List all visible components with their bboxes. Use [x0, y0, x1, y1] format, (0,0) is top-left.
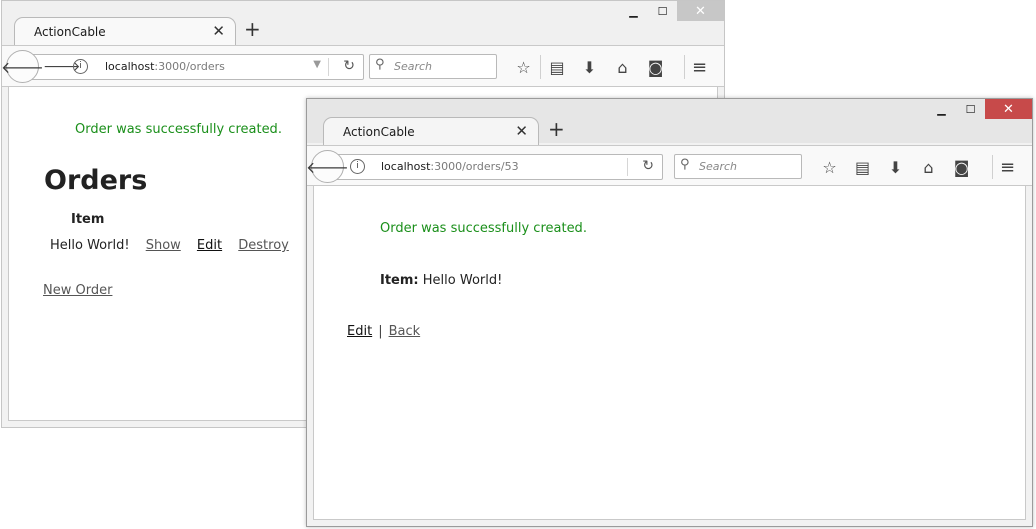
search-icon: ⚲ [680, 157, 690, 172]
divider [627, 158, 628, 176]
clipboard-icon[interactable]: ▤ [846, 155, 879, 179]
window-controls: ▁ ☐ ✕ [619, 1, 724, 21]
star-icon[interactable]: ☆ [507, 55, 540, 79]
url-dropdown-icon[interactable]: ▼ [313, 59, 321, 70]
close-icon[interactable]: ✕ [677, 1, 724, 21]
maximize-icon[interactable]: ☐ [956, 99, 985, 119]
tab-title: ActionCable [34, 25, 106, 39]
reload-icon[interactable]: ↻ [642, 158, 654, 174]
page-content: Order was successfully created. Item: He… [313, 186, 1026, 520]
item-label: Item: [380, 273, 419, 288]
minimize-icon[interactable]: ▁ [927, 99, 956, 119]
url-text[interactable]: localhost:3000/orders [105, 60, 225, 73]
search-placeholder: Search [394, 60, 433, 73]
edit-link[interactable]: Edit [197, 238, 222, 253]
page-title: Orders [44, 165, 148, 196]
item-field: Item: Hello World! [380, 273, 502, 288]
search-placeholder: Search [699, 160, 738, 173]
back-arrow-icon[interactable]: 🡐 [307, 150, 349, 183]
title-bar: ▁ ☐ ✕ ActionCable ✕ + [2, 1, 724, 47]
info-icon[interactable]: i [350, 159, 365, 174]
clipboard-icon[interactable]: ▤ [540, 55, 573, 79]
flash-notice: Order was successfully created. [380, 221, 587, 236]
hamburger-menu-icon[interactable]: ≡ [992, 155, 1022, 179]
pocket-icon[interactable]: ◙ [945, 155, 978, 179]
browser-window-order-show: ▁ ☐ ✕ ActionCable ✕ + 🡐 🡒 i localhost:30… [306, 98, 1033, 527]
navigation-toolbar: 🡐 🡒 i localhost:3000/orders/53 ↻ ⚲ Searc… [307, 145, 1032, 186]
close-icon[interactable]: ✕ [985, 99, 1032, 119]
destroy-link[interactable]: Destroy [238, 238, 289, 253]
home-icon[interactable]: ⌂ [912, 155, 945, 179]
star-icon[interactable]: ☆ [813, 155, 846, 179]
back-arrow-icon[interactable]: 🡐 [2, 50, 44, 83]
pocket-icon[interactable]: ◙ [639, 55, 672, 79]
item-value: Hello World! [422, 273, 503, 288]
column-header-item: Item [71, 212, 105, 227]
tab-actioncable[interactable]: ActionCable ✕ [14, 17, 236, 47]
new-order-link[interactable]: New Order [43, 283, 112, 298]
info-icon[interactable]: i [73, 59, 88, 74]
toolbar-icons: ☆ ▤ ⬇ ⌂ ◙ [813, 155, 978, 179]
minimize-icon[interactable]: ▁ [619, 1, 648, 21]
url-text[interactable]: localhost:3000/orders/53 [381, 160, 519, 173]
cell-item: Hello World! [50, 238, 130, 253]
toolbar-icons: ☆ ▤ ⬇ ⌂ ◙ [507, 55, 672, 79]
navigation-toolbar: 🡐 🡒 i localhost:3000/orders ▼ ↻ ⚲ Search… [2, 45, 724, 87]
download-icon[interactable]: ⬇ [573, 55, 606, 79]
tab-close-icon[interactable]: ✕ [212, 22, 225, 40]
new-tab-button[interactable]: + [548, 117, 565, 141]
url-bar[interactable]: 🡒 i localhost:3000/orders ▼ ↻ [28, 54, 364, 80]
back-link[interactable]: Back [389, 324, 421, 339]
search-input[interactable]: ⚲ Search [674, 154, 802, 179]
title-bar: ▁ ☐ ✕ ActionCable ✕ + [307, 99, 1032, 145]
show-link[interactable]: Show [146, 238, 181, 253]
window-controls: ▁ ☐ ✕ [927, 99, 1032, 119]
divider [328, 58, 329, 76]
table-row: Hello World! Show Edit Destroy [50, 238, 289, 253]
tab-title: ActionCable [343, 125, 415, 139]
search-icon: ⚲ [375, 57, 385, 72]
link-separator: | [378, 324, 383, 339]
tab-actioncable[interactable]: ActionCable ✕ [323, 117, 539, 145]
action-links: Edit | Back [347, 324, 420, 339]
edit-link[interactable]: Edit [347, 324, 372, 339]
download-icon[interactable]: ⬇ [879, 155, 912, 179]
url-bar[interactable]: 🡒 i localhost:3000/orders/53 ↻ [333, 154, 663, 180]
flash-notice: Order was successfully created. [75, 122, 282, 137]
new-tab-button[interactable]: + [244, 17, 261, 41]
tab-close-icon[interactable]: ✕ [515, 122, 528, 140]
reload-icon[interactable]: ↻ [343, 58, 355, 74]
maximize-icon[interactable]: ☐ [648, 1, 677, 21]
search-input[interactable]: ⚲ Search [369, 54, 497, 79]
hamburger-menu-icon[interactable]: ≡ [684, 55, 714, 79]
home-icon[interactable]: ⌂ [606, 55, 639, 79]
